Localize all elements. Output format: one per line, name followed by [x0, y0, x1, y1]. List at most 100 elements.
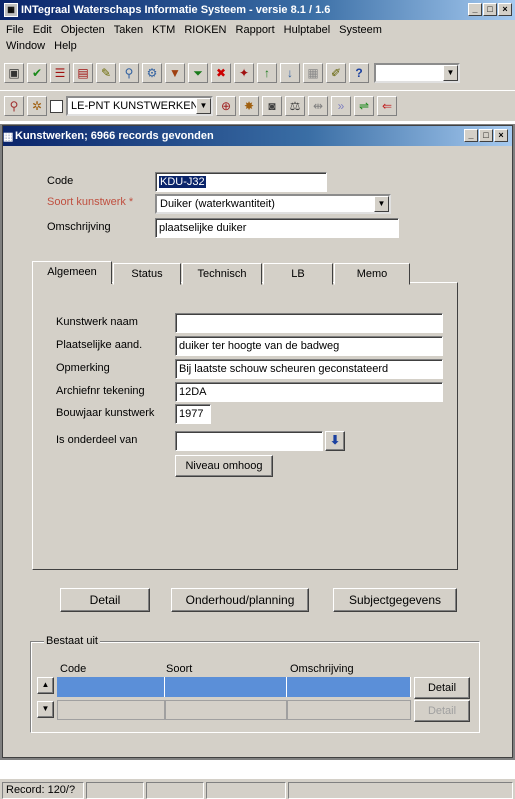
layers-icon[interactable]: ✸ — [239, 96, 259, 116]
search-icon[interactable]: ⚲ — [119, 63, 139, 83]
wand-icon[interactable]: ✦ — [234, 63, 254, 83]
subjectgegevens-button[interactable]: Subjectgegevens — [333, 588, 457, 612]
code-label: Code — [47, 175, 74, 187]
layer-select-value: LE-PNT KUNSTWERKEN — [71, 100, 199, 112]
bouwjaar-field[interactable]: 1977 — [175, 404, 211, 424]
paperclip-icon[interactable]: ⚲ — [4, 96, 24, 116]
soort-kunstwerk-select[interactable]: Duiker (waterkwantiteit) ▼ — [155, 194, 391, 214]
menu-rioken[interactable]: RIOKEN — [184, 24, 226, 36]
status-panel-4 — [206, 782, 286, 799]
map-icon[interactable]: ✲ — [27, 96, 47, 116]
up-arrow-icon[interactable]: ↑ — [257, 63, 277, 83]
tab-technisch[interactable]: Technisch — [182, 263, 262, 285]
row-detail-button[interactable]: Detail — [414, 677, 470, 699]
kunstwerk-naam-field[interactable] — [175, 313, 443, 333]
checkbox-icon[interactable] — [50, 99, 63, 113]
close-button[interactable]: × — [498, 3, 512, 16]
maximize-button[interactable]: □ — [483, 3, 497, 16]
detail-button[interactable]: Detail — [60, 588, 150, 612]
grid-icon[interactable]: ▦ — [303, 63, 323, 83]
child-title-bar: ▦ Kunstwerken; 6966 records gevonden _ □… — [3, 126, 512, 146]
chevron-down-icon[interactable]: ▼ — [196, 98, 211, 114]
bestaat-uit-label: Bestaat uit — [44, 635, 100, 647]
menu-help[interactable]: Help — [54, 40, 77, 52]
bouwjaar-label: Bouwjaar kunstwerk — [56, 407, 155, 419]
list-icon[interactable]: ☰ — [50, 63, 70, 83]
omschrijving-field[interactable]: plaatselijke duiker — [155, 218, 399, 238]
query-icon[interactable]: ⚙ — [142, 63, 162, 83]
app-icon: ▦ — [4, 3, 18, 17]
menu-rapport[interactable]: Rapport — [236, 24, 275, 36]
move-icon[interactable]: ⇹ — [308, 96, 328, 116]
save-icon[interactable]: ▣ — [4, 63, 24, 83]
onderdeel-field[interactable] — [175, 431, 323, 451]
scroll-up-icon[interactable]: ▲ — [37, 677, 54, 694]
chevron-down-icon[interactable]: ▼ — [374, 196, 389, 212]
next-icon[interactable]: » — [331, 96, 351, 116]
grid-cell-soort[interactable] — [165, 677, 287, 697]
child-close-button[interactable]: × — [494, 129, 508, 142]
code-value: KDU-J32 — [159, 176, 206, 188]
kunstwerk-naam-label: Kunstwerk naam — [56, 316, 138, 328]
link-icon[interactable]: ⇌ — [354, 96, 374, 116]
menu-systeem[interactable]: Systeem — [339, 24, 382, 36]
menu-ktm[interactable]: KTM — [152, 24, 175, 36]
tools-icon[interactable]: ✎ — [96, 63, 116, 83]
archiefnr-field[interactable]: 12DA — [175, 382, 443, 402]
plaatselijke-aand-label: Plaatselijke aand. — [56, 339, 143, 351]
check-icon[interactable]: ✔ — [27, 63, 47, 83]
tab-memo[interactable]: Memo — [334, 263, 410, 285]
grid-cell-omschrijving[interactable] — [287, 677, 411, 697]
down-arrow-icon[interactable]: ↓ — [280, 63, 300, 83]
status-record: Record: 120/? — [2, 782, 84, 799]
help-icon[interactable]: ? — [349, 63, 369, 83]
funnel-icon[interactable]: ⏷ — [188, 63, 208, 83]
child-minimize-button[interactable]: _ — [464, 129, 478, 142]
omschrijving-label: Omschrijving — [47, 221, 111, 233]
grid-cell-soort-empty[interactable] — [165, 700, 287, 720]
tab-algemeen[interactable]: Algemeen — [32, 261, 112, 284]
edit-icon[interactable]: ✐ — [326, 63, 346, 83]
child-title: Kunstwerken; 6966 records gevonden — [15, 130, 214, 142]
form-window-icon: ▦ — [3, 131, 14, 143]
code-field[interactable]: KDU-J32 — [155, 172, 327, 192]
exit-icon[interactable]: ⇐ — [377, 96, 397, 116]
opmerking-field[interactable]: Bij laatste schouw scheuren geconstateer… — [175, 359, 443, 379]
app-title: INTegraal Waterschaps Informatie Systeem… — [21, 4, 331, 16]
menu-hulptabel[interactable]: Hulptabel — [284, 24, 330, 36]
menu-file[interactable]: File — [6, 24, 24, 36]
niveau-omhoog-button[interactable]: Niveau omhoog — [175, 455, 273, 477]
grid-cell-code[interactable] — [57, 677, 165, 697]
column-code-header: Code — [60, 663, 87, 675]
scale-icon[interactable]: ⚖ — [285, 96, 305, 116]
soort-kunstwerk-label: Soort kunstwerk * — [47, 196, 134, 208]
toolbar-secondary: ⚲ ✲ LE-PNT KUNSTWERKEN ▼ ⊕ ✸ ◙ ⚖ ⇹ » ⇌ ⇐ — [0, 91, 515, 121]
scroll-down-icon[interactable]: ▼ — [37, 701, 54, 718]
form-icon[interactable]: ▤ — [73, 63, 93, 83]
menu-window[interactable]: Window — [6, 40, 45, 52]
menu-taken[interactable]: Taken — [114, 24, 143, 36]
delete-icon[interactable]: ✖ — [211, 63, 231, 83]
child-maximize-button[interactable]: □ — [479, 129, 493, 142]
filter-icon[interactable]: ▼ — [165, 63, 185, 83]
minimize-button[interactable]: _ — [468, 3, 482, 16]
grid-cell-code-empty[interactable] — [57, 700, 165, 720]
menu-objecten[interactable]: Objecten — [61, 24, 105, 36]
plaatselijke-aand-field[interactable]: duiker ter hoogte van de badweg — [175, 336, 443, 356]
onderdeel-label: Is onderdeel van — [56, 434, 138, 446]
chevron-down-icon[interactable]: ▼ — [443, 65, 458, 81]
camera-icon[interactable]: ◙ — [262, 96, 282, 116]
status-panel-5 — [288, 782, 513, 799]
grid-cell-omschrijving-empty[interactable] — [287, 700, 411, 720]
tab-status[interactable]: Status — [113, 263, 181, 285]
tab-lb[interactable]: LB — [263, 263, 333, 285]
layer-select[interactable]: LE-PNT KUNSTWERKEN ▼ — [66, 96, 213, 116]
row-detail-button-disabled[interactable]: Detail — [414, 700, 470, 722]
toolbar-main: ▣ ✔ ☰ ▤ ✎ ⚲ ⚙ ▼ ⏷ ✖ ✦ ↑ ↓ ▦ ✐ ? ▼ — [0, 56, 515, 90]
zoom-icon[interactable]: ⊕ — [216, 96, 236, 116]
onderhoud-planning-button[interactable]: Onderhoud/planning — [171, 588, 309, 612]
menu-edit[interactable]: Edit — [33, 24, 52, 36]
lookup-down-arrow-icon[interactable]: ⬇ — [325, 431, 345, 451]
toolbar-combo-empty[interactable]: ▼ — [374, 63, 460, 83]
soort-kunstwerk-value: Duiker (waterkwantiteit) — [160, 198, 275, 210]
